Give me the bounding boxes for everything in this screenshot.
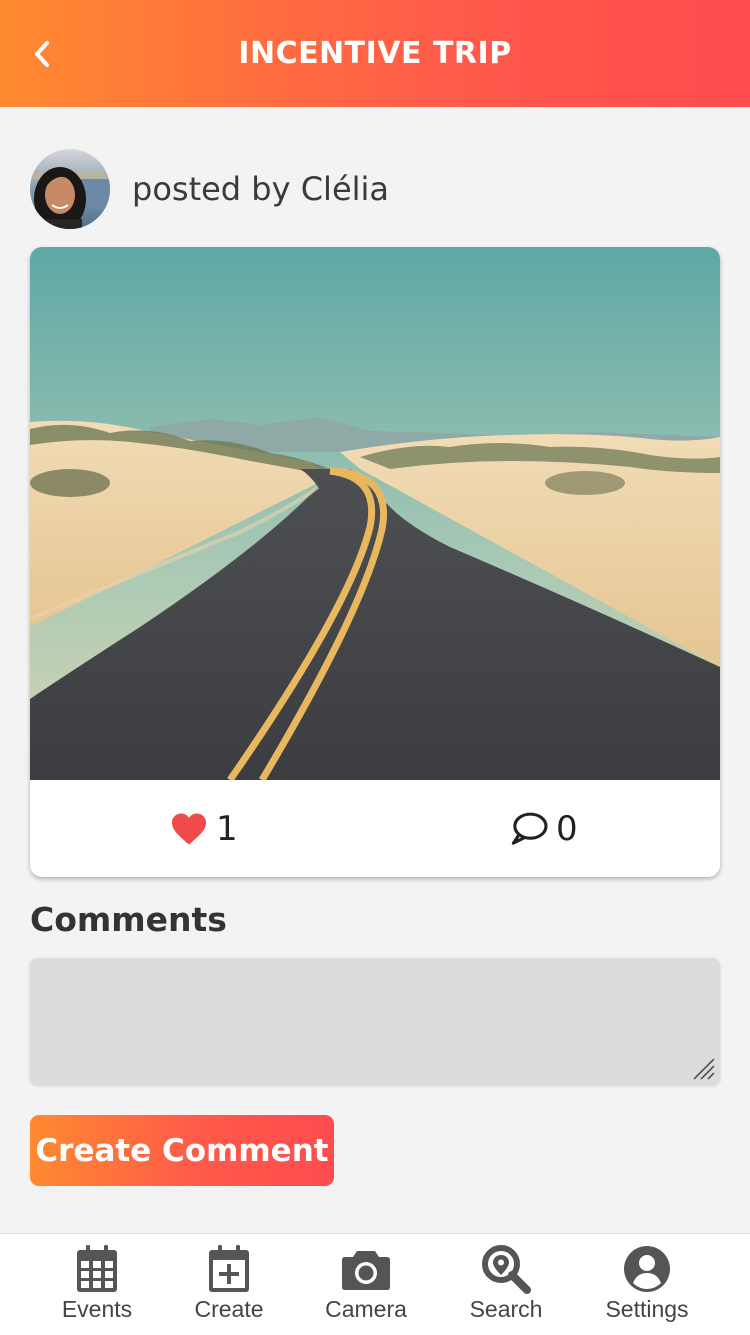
like-count: 1 bbox=[216, 808, 238, 849]
top-app-bar: INCENTIVE TRIP bbox=[0, 0, 750, 107]
chevron-left-icon bbox=[35, 41, 49, 67]
comment-count: 0 bbox=[556, 808, 578, 849]
back-button[interactable] bbox=[22, 30, 62, 78]
post-actions: 1 0 bbox=[30, 780, 720, 877]
author-label: posted by Clélia bbox=[132, 170, 390, 208]
tab-camera[interactable]: Camera bbox=[320, 1234, 412, 1335]
comment-input-container bbox=[30, 958, 720, 1085]
post-author: posted by Clélia bbox=[30, 149, 389, 229]
search-location-icon bbox=[482, 1245, 531, 1294]
tab-label-events: Events bbox=[61, 1296, 133, 1322]
calendar-plus-icon bbox=[209, 1245, 249, 1292]
bottom-tab-bar: Events Create Camera Search Settings bbox=[0, 1233, 750, 1335]
comments-button[interactable]: 0 bbox=[510, 780, 578, 877]
post-photo[interactable] bbox=[30, 247, 720, 782]
like-button[interactable]: 1 bbox=[170, 780, 238, 877]
tab-settings[interactable]: Settings bbox=[598, 1234, 696, 1335]
tab-label-camera: Camera bbox=[325, 1296, 407, 1322]
tab-label-create: Create bbox=[194, 1296, 264, 1322]
comment-input[interactable] bbox=[30, 958, 720, 1085]
post-card: 1 0 bbox=[30, 247, 720, 877]
tab-label-search: Search bbox=[469, 1296, 543, 1322]
tab-events[interactable]: Events bbox=[56, 1234, 138, 1335]
camera-icon bbox=[342, 1251, 390, 1290]
page-title: INCENTIVE TRIP bbox=[238, 36, 512, 71]
tab-search[interactable]: Search bbox=[462, 1234, 550, 1335]
tab-label-settings: Settings bbox=[605, 1296, 689, 1322]
avatar[interactable] bbox=[30, 149, 110, 229]
create-comment-button[interactable]: Create Comment bbox=[30, 1115, 334, 1186]
comments-heading: Comments bbox=[30, 900, 227, 939]
heart-icon bbox=[172, 813, 206, 844]
speech-bubble-icon bbox=[511, 812, 548, 845]
tab-create[interactable]: Create bbox=[188, 1234, 270, 1335]
user-circle-icon bbox=[624, 1246, 670, 1292]
resize-handle-icon[interactable] bbox=[690, 1055, 716, 1081]
calendar-grid-icon bbox=[77, 1245, 117, 1292]
